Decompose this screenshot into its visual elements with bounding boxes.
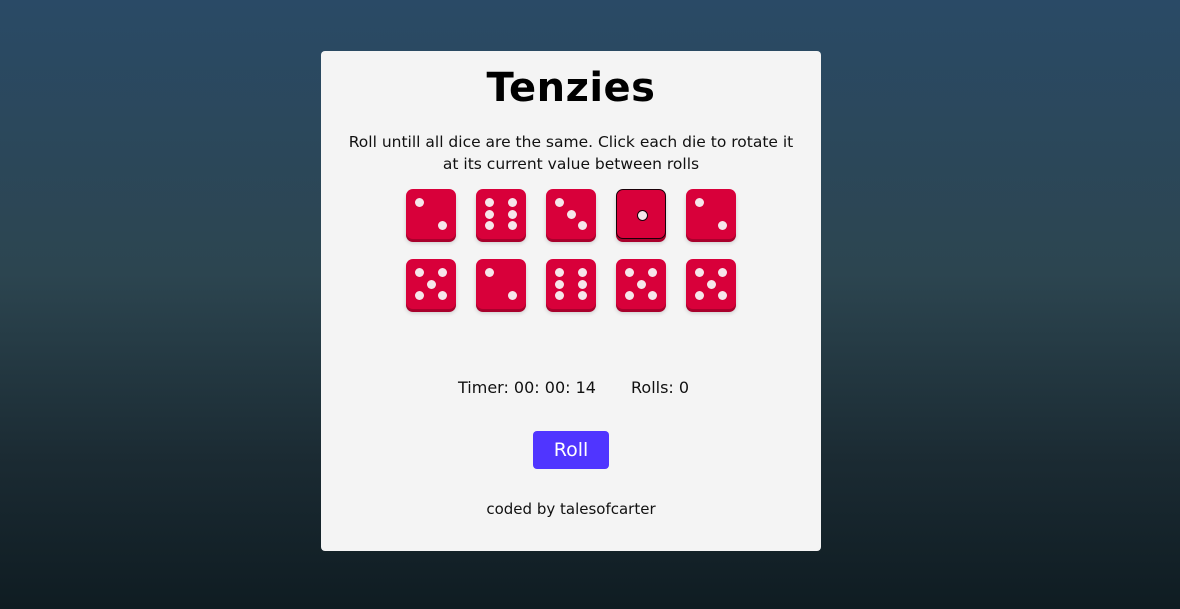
die-3[interactable] [546,189,596,239]
die-pip [636,209,648,221]
die-pip [438,291,447,300]
die-pip [648,268,657,277]
die-pip [508,221,517,230]
dice-grid [406,189,736,309]
game-title: Tenzies [486,65,656,111]
die-pip [485,268,494,277]
die-10[interactable] [686,259,736,309]
die-pip [415,291,424,300]
die-1[interactable] [406,189,456,239]
die-6[interactable] [406,259,456,309]
die-pip [415,268,424,277]
die-pip [578,268,587,277]
die-pip [695,268,704,277]
die-pip [415,198,424,207]
die-pip [578,279,587,289]
die-pip [438,268,447,277]
die-pip [718,268,727,277]
die-pip [555,279,564,289]
die-pip [485,221,494,230]
die-4[interactable] [616,189,666,239]
die-pip [648,291,657,300]
die-pip [706,279,716,289]
die-pip [578,221,587,230]
die-5[interactable] [686,189,736,239]
die-pip [555,291,564,300]
die-pip [555,268,564,277]
die-pip [636,279,646,289]
die-pip [695,198,704,207]
die-pip [508,209,517,219]
roll-button[interactable]: Roll [533,431,609,469]
timer-display: Timer: 00: 00: 14 [458,378,596,397]
die-pip [625,268,634,277]
die-9[interactable] [616,259,666,309]
die-pip [718,291,727,300]
die-pip [566,209,576,219]
die-pip [485,198,494,207]
die-pip [426,279,436,289]
rolls-counter: Rolls: 0 [631,378,690,397]
die-pip [508,291,517,300]
die-7[interactable] [476,259,526,309]
instructions-text: Roll untill all dice are the same. Click… [348,133,794,173]
die-2[interactable] [476,189,526,239]
die-pip [555,198,564,207]
die-pip [578,291,587,300]
die-pip [508,198,517,207]
credit-text: coded by talesofcarter [486,500,656,518]
die-pip [718,221,727,230]
die-pip [695,291,704,300]
die-8[interactable] [546,259,596,309]
die-pip [438,221,447,230]
game-card: Tenzies Roll untill all dice are the sam… [321,51,821,551]
die-pip [625,291,634,300]
die-pip [485,209,494,219]
